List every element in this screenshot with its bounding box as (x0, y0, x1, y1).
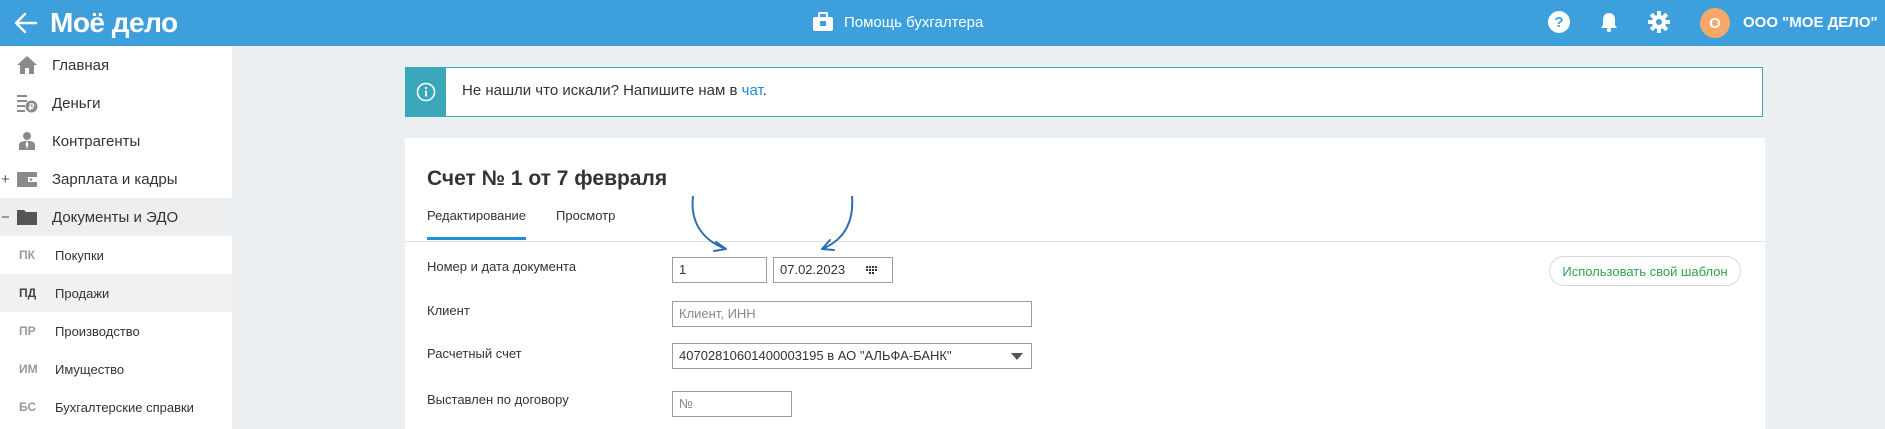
folder-icon (17, 210, 37, 225)
sidebar-item-documents[interactable]: − Документы и ЭДО (0, 198, 232, 236)
info-icon (416, 82, 436, 102)
document-number-input[interactable]: 1 (672, 257, 767, 283)
sidebar-item-label: Зарплата и кадры (52, 170, 178, 188)
banner-suffix: . (762, 82, 767, 99)
svg-text:₽: ₽ (29, 102, 35, 112)
client-label: Клиент (427, 303, 470, 318)
annotation-arrow-number (691, 195, 727, 250)
subitem-label: Имущество (55, 361, 125, 377)
app-logo[interactable]: Моё дело (50, 7, 178, 39)
subitem-label: Покупки (55, 247, 104, 263)
subitem-label: Бухгалтерские справки (55, 399, 194, 415)
use-own-template-button[interactable]: Использовать свой шаблон (1549, 256, 1741, 286)
sidebar-item-home[interactable]: Главная (0, 46, 232, 84)
avatar[interactable]: О (1700, 8, 1730, 38)
sidebar-item-label: Документы и ЭДО (52, 208, 179, 226)
subitem-label: Производство (55, 323, 140, 339)
sidebar-item-money[interactable]: ₽ Деньги (0, 84, 232, 122)
document-date-input[interactable]: 07.02.2023 (773, 257, 893, 283)
annotation-arrow-date (821, 195, 854, 250)
tabs-divider (405, 241, 1765, 242)
subitem-label: Продажи (55, 285, 110, 301)
sidebar-subitem-purchases[interactable]: ПК Покупки (0, 236, 232, 274)
accountant-help-link[interactable]: Помощь бухгалтера (812, 10, 983, 34)
bell-icon[interactable] (1597, 10, 1621, 34)
tab-preview[interactable]: Просмотр (556, 208, 615, 240)
gear-icon[interactable] (1647, 10, 1671, 34)
info-banner: Не нашли что искали? Напишите нам в чат. (405, 67, 1763, 117)
helper-label: Помощь бухгалтера (844, 13, 984, 31)
sidebar-item-salary[interactable]: + Зарплата и кадры (0, 160, 232, 198)
contract-label: Выставлен по договору (427, 392, 569, 407)
banner-text: Не нашли что искали? Напишите нам в чат. (462, 82, 767, 99)
subitem-abbr: ПК (19, 248, 35, 262)
chevron-down-icon (1011, 353, 1023, 360)
subitem-abbr: БС (19, 400, 37, 414)
help-icon[interactable]: ? (1547, 10, 1571, 34)
sidebar-subitem-production[interactable]: ПР Производство (0, 312, 232, 350)
organization-name[interactable]: ООО "МОЕ ДЕЛО" (1743, 14, 1878, 31)
info-icon-box (406, 68, 446, 116)
account-value: 40702810601400003195 в АО "АЛЬФА-БАНК" (679, 348, 952, 363)
sidebar-subitem-accounting-notes[interactable]: БС Бухгалтерские справки (0, 388, 232, 426)
sidebar-item-label: Контрагенты (52, 132, 141, 150)
number-date-label: Номер и дата документа (427, 259, 577, 274)
subitem-abbr: ПР (19, 324, 36, 338)
account-label: Расчетный счет (427, 346, 522, 361)
wallet-icon (17, 172, 37, 187)
collapse-minus-icon[interactable]: − (1, 209, 10, 226)
sidebar: Главная ₽ Деньги Контрагенты + Зарплата … (0, 46, 232, 429)
bank-account-select[interactable]: 40702810601400003195 в АО "АЛЬФА-БАНК" (672, 343, 1032, 369)
top-bar: Моё дело Помощь бухгалтера ? О ООО "МОЕ … (0, 0, 1885, 46)
home-icon (17, 56, 37, 74)
page-title: Счет № 1 от 7 февраля (427, 167, 668, 190)
tab-edit[interactable]: Редактирование (427, 208, 527, 240)
subitem-abbr: ПД (19, 286, 37, 300)
expand-plus-icon[interactable]: + (1, 171, 10, 188)
date-value: 07.02.2023 (780, 262, 846, 277)
sidebar-subitem-sales[interactable]: ПД Продажи (0, 274, 232, 312)
svg-text:?: ? (1554, 14, 1563, 31)
money-icon: ₽ (17, 95, 38, 113)
subitem-abbr: ИМ (19, 362, 38, 376)
banner-message: Не нашли что искали? Напишите нам в (462, 82, 742, 99)
back-arrow-icon[interactable] (12, 9, 40, 37)
briefcase-icon (813, 12, 833, 31)
invoice-card: Счет № 1 от 7 февраля Редактирование Про… (405, 138, 1765, 429)
client-input[interactable]: Клиент, ИНН (672, 301, 1032, 327)
sidebar-item-label: Деньги (52, 94, 101, 112)
contract-number-input[interactable]: № (672, 391, 792, 417)
calendar-icon[interactable] (866, 264, 878, 276)
sidebar-item-label: Главная (52, 56, 110, 74)
sidebar-item-contractors[interactable]: Контрагенты (0, 122, 232, 160)
annotation-arrows (691, 195, 854, 252)
sidebar-subitem-property[interactable]: ИМ Имущество (0, 350, 232, 388)
chat-link[interactable]: чат (742, 82, 763, 99)
contractors-icon (19, 132, 35, 150)
